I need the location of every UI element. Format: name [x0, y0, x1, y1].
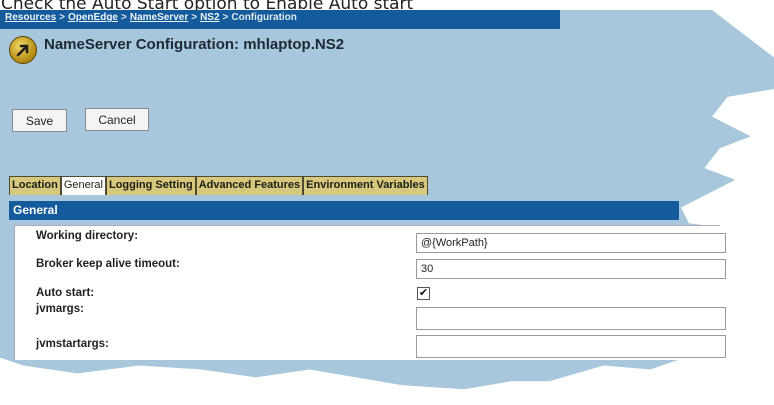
- breadcrumb-nameserver[interactable]: NameServer: [130, 12, 188, 23]
- jvmargs-field[interactable]: [416, 307, 726, 330]
- breadcrumb-configuration: Configuration: [231, 12, 297, 23]
- breadcrumb-openedge[interactable]: OpenEdge: [68, 12, 118, 23]
- save-button[interactable]: Save: [12, 109, 67, 132]
- jvmstartargs-field[interactable]: [416, 335, 726, 358]
- working-directory-field[interactable]: @{WorkPath}: [416, 233, 726, 253]
- section-title: General: [13, 203, 58, 217]
- breadcrumb-resources[interactable]: Resources: [5, 12, 56, 23]
- tab-general[interactable]: General: [60, 176, 106, 195]
- breadcrumb-separator: >: [222, 12, 229, 23]
- breadcrumb-separator: >: [121, 12, 127, 23]
- cancel-button[interactable]: Cancel: [85, 108, 149, 131]
- section-header-bar: [9, 201, 679, 220]
- tab-logging-setting[interactable]: Logging Setting: [105, 176, 196, 195]
- arrow-up-right-icon: [9, 36, 37, 64]
- working-directory-label: Working directory:: [36, 230, 139, 242]
- breadcrumb: Resources > OpenEdge > NameServer > NS2 > Config…: [5, 12, 297, 23]
- jvmargs-label: jvmargs:: [36, 303, 84, 315]
- breadcrumb-separator: >: [191, 12, 198, 23]
- breadcrumb-separator: >: [59, 12, 65, 23]
- auto-start-label: Auto start:: [36, 287, 95, 299]
- tab-location[interactable]: Location: [9, 176, 61, 195]
- keep-alive-field[interactable]: 30: [416, 259, 726, 279]
- tab-advanced-features[interactable]: Advanced Features: [195, 176, 304, 195]
- tab-bar: Location General Logging Setting Advance…: [9, 176, 428, 195]
- tab-environment-variables[interactable]: Environment Variables: [303, 176, 428, 195]
- jvmstartargs-label: jvmstartargs:: [36, 338, 109, 350]
- auto-start-checkbox[interactable]: ✔: [417, 287, 430, 300]
- keep-alive-label: Broker keep alive timeout:: [36, 258, 180, 270]
- page-title: NameServer Configuration: mhlaptop.NS2: [44, 36, 345, 53]
- breadcrumb-ns2[interactable]: NS2: [200, 12, 219, 23]
